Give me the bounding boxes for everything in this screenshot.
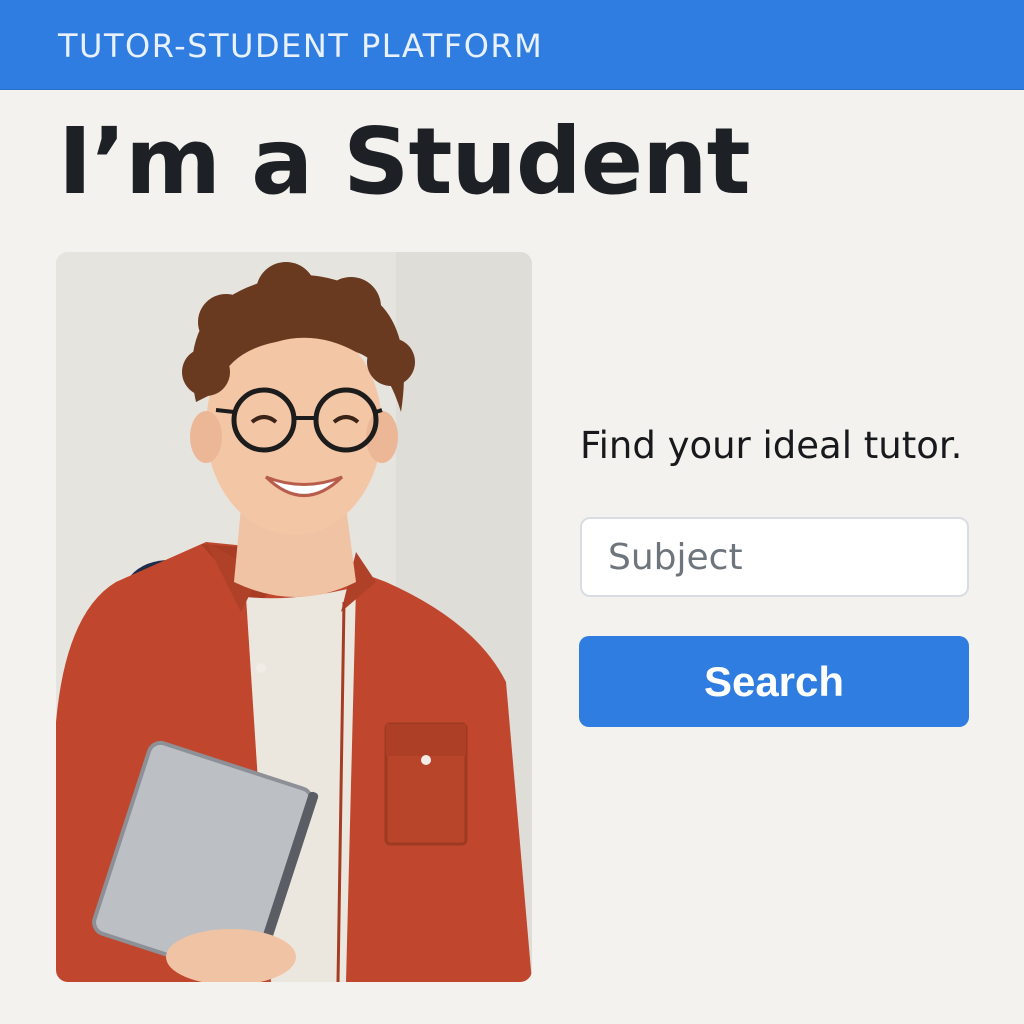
search-button[interactable]: Search	[579, 636, 969, 727]
page-title: I’m a Student	[58, 108, 751, 215]
search-tagline: Find your ideal tutor.	[580, 424, 963, 467]
brand-name: TUTOR-STUDENT PLATFORM	[58, 27, 544, 65]
top-bar: TUTOR-STUDENT PLATFORM	[0, 0, 1024, 90]
student-photo	[56, 252, 532, 982]
subject-input[interactable]	[580, 517, 969, 597]
